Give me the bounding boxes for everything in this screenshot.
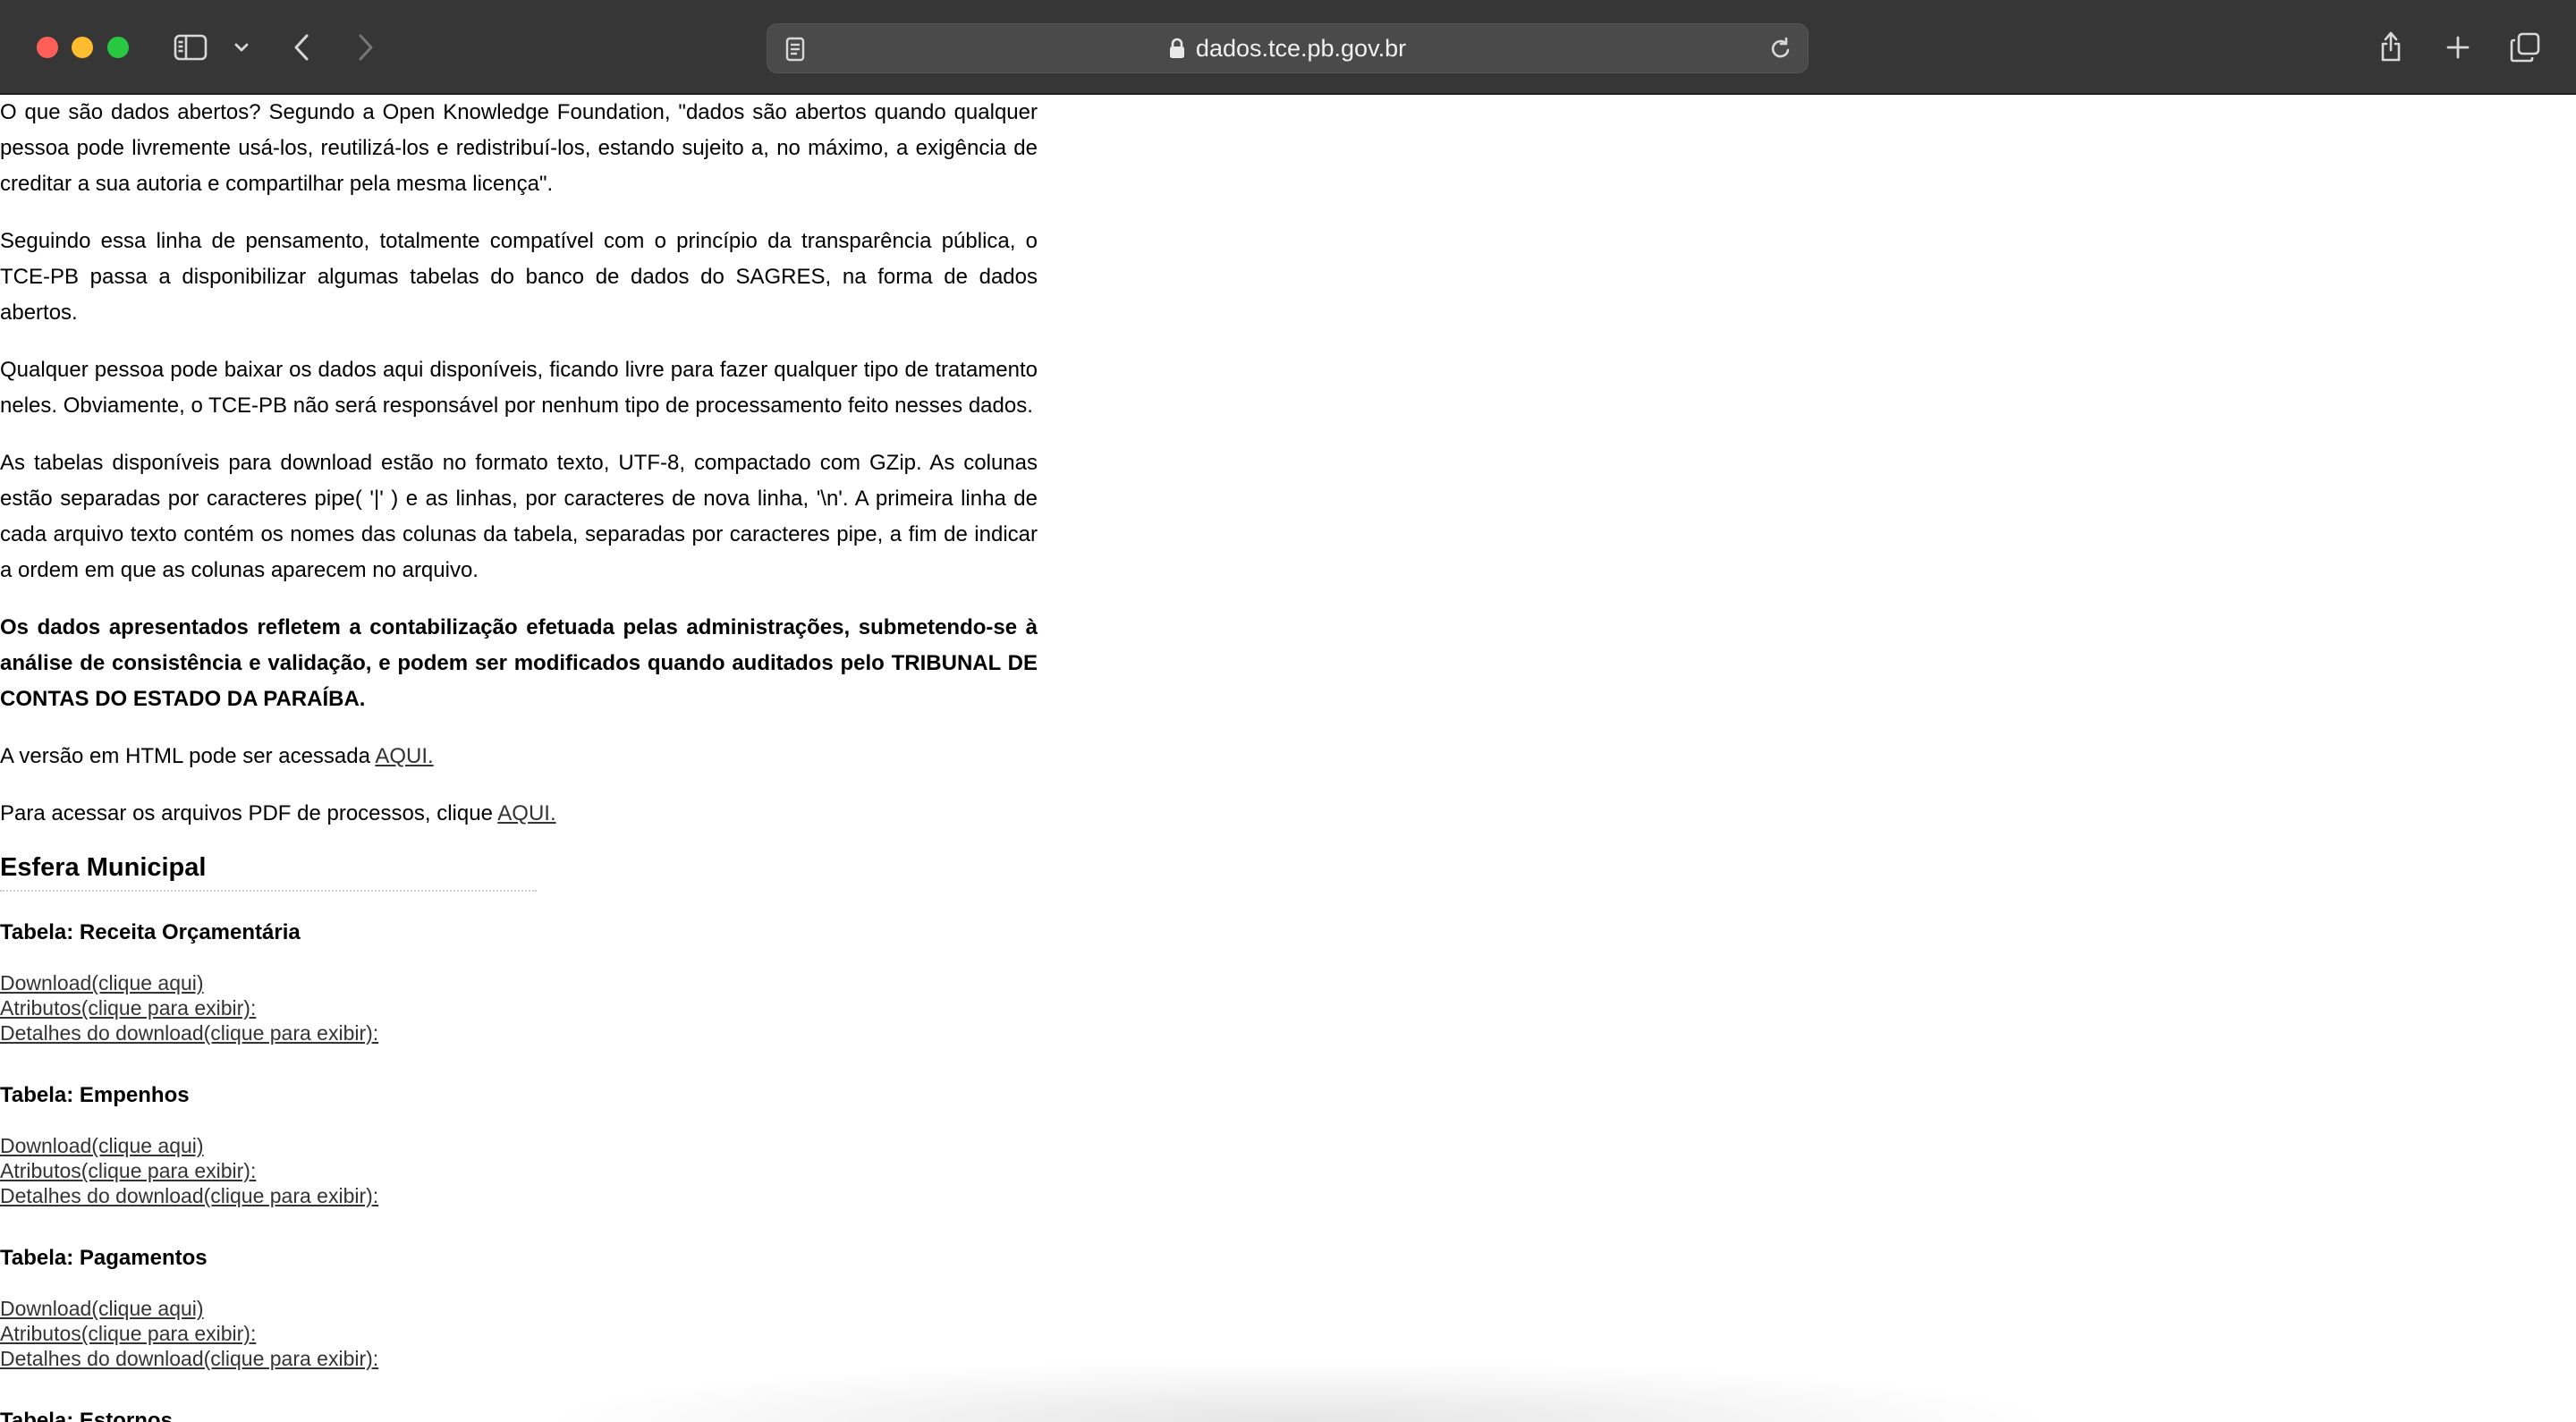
- minimize-window-button[interactable]: [72, 37, 93, 58]
- table-title: Tabela: Pagamentos: [0, 1246, 208, 1270]
- table-block-estornos: Tabela: Estornos: [0, 1407, 1038, 1422]
- pdf-line: Para acessar os arquivos PDF de processo…: [0, 796, 1038, 832]
- html-version-line: A versão em HTML pode ser acessada AQUI.: [0, 739, 1038, 774]
- page-content: O que são dados abertos? Segundo a Open …: [0, 95, 1038, 1422]
- download-link[interactable]: Download(clique aqui): [0, 970, 1038, 995]
- plus-icon[interactable]: [2443, 32, 2473, 63]
- table-title: Tabela: Receita Orçamentária: [0, 920, 301, 944]
- html-version-link[interactable]: AQUI.: [375, 744, 433, 768]
- format-paragraph: As tabelas disponíveis para download est…: [0, 451, 1038, 582]
- table-block-pagamentos: Tabela: Pagamentos Download(clique aqui)…: [0, 1244, 1038, 1371]
- attributes-link[interactable]: Atributos(clique para exibir):: [0, 995, 1038, 1020]
- html-version-text: A versão em HTML pode ser acessada: [0, 744, 376, 768]
- pdf-link[interactable]: AQUI.: [497, 801, 555, 825]
- share-icon[interactable]: [2376, 29, 2406, 64]
- download-paragraph: Qualquer pessoa pode baixar os dados aqu…: [0, 358, 1038, 418]
- download-details-link[interactable]: Detalhes do download(clique para exibir)…: [0, 1183, 1038, 1208]
- back-arrow-icon[interactable]: [288, 30, 315, 64]
- download-link[interactable]: Download(clique aqui): [0, 1133, 1038, 1158]
- table-block-receita: Tabela: Receita Orçamentária Download(cl…: [0, 918, 1038, 1045]
- web-page: O que são dados abertos? Segundo a Open …: [0, 95, 2576, 1422]
- lock-icon: [1169, 38, 1185, 59]
- reload-icon[interactable]: [1767, 35, 1795, 63]
- section-heading-esfera-municipal: Esfera Municipal: [0, 853, 537, 892]
- sidebar-icon[interactable]: [173, 32, 208, 63]
- close-window-button[interactable]: [37, 37, 58, 58]
- tabs-overview-icon[interactable]: [2508, 30, 2542, 64]
- pdf-text: Para acessar os arquivos PDF de processo…: [0, 801, 498, 825]
- address-bar[interactable]: dados.tce.pb.gov.br: [767, 23, 1809, 73]
- transparency-paragraph: Seguindo essa linha de pensamento, total…: [0, 229, 1038, 325]
- table-block-empenhos: Tabela: Empenhos Download(clique aqui) A…: [0, 1081, 1038, 1208]
- disclaimer-paragraph: Os dados apresentados refletem a contabi…: [0, 615, 1038, 711]
- table-title: Tabela: Empenhos: [0, 1083, 190, 1107]
- intro-paragraph: O que são dados abertos? Segundo a Open …: [0, 100, 1038, 196]
- browser-toolbar: dados.tce.pb.gov.br: [0, 0, 2576, 95]
- forward-arrow-icon[interactable]: [352, 30, 379, 64]
- download-link[interactable]: Download(clique aqui): [0, 1296, 1038, 1321]
- url-text[interactable]: dados.tce.pb.gov.br: [1196, 35, 1406, 63]
- attributes-link[interactable]: Atributos(clique para exibir):: [0, 1158, 1038, 1183]
- zoom-window-button[interactable]: [107, 37, 129, 58]
- chevron-down-icon[interactable]: [231, 38, 252, 57]
- table-title: Tabela: Estornos: [0, 1409, 173, 1422]
- download-details-link[interactable]: Detalhes do download(clique para exibir)…: [0, 1020, 1038, 1045]
- download-details-link[interactable]: Detalhes do download(clique para exibir)…: [0, 1346, 1038, 1371]
- attributes-link[interactable]: Atributos(clique para exibir):: [0, 1321, 1038, 1346]
